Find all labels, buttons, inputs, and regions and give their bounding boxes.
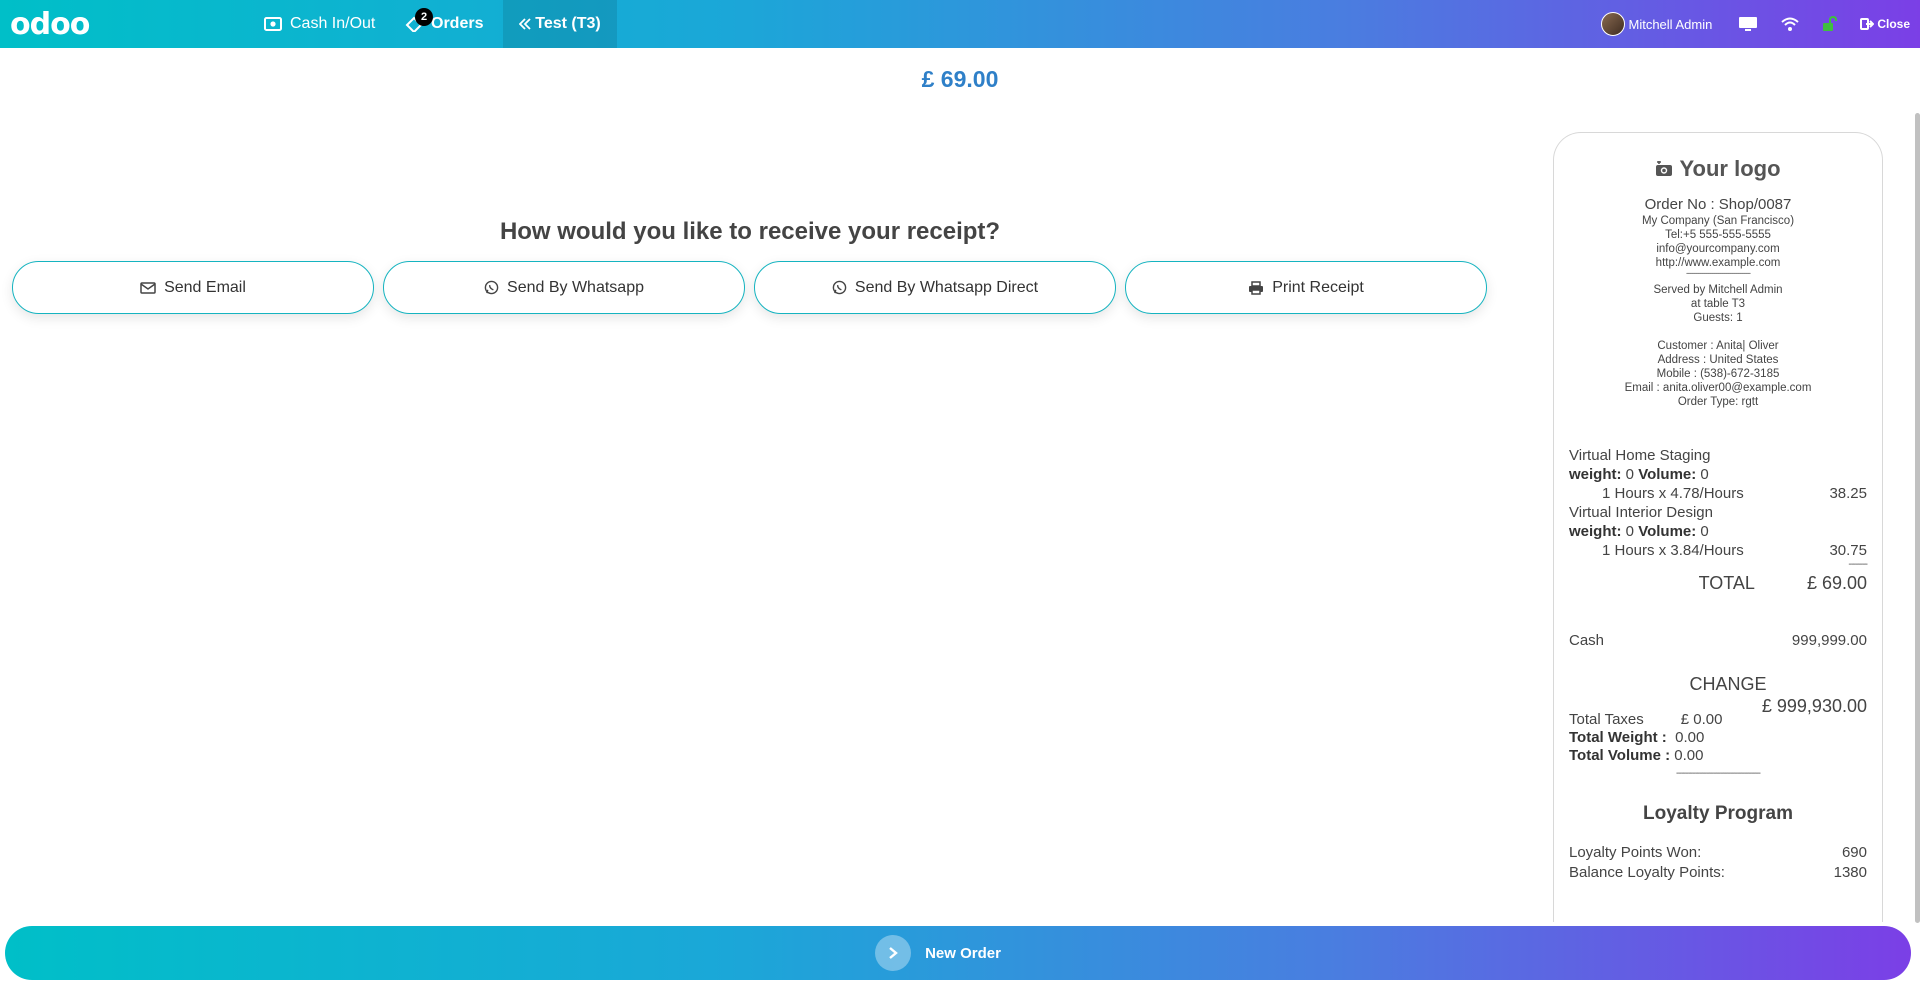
receipt-logo: Your logo xyxy=(1554,156,1882,182)
new-order-label: New Order xyxy=(925,944,1001,962)
company-phone: Tel:+5 555-555-5555 xyxy=(1665,229,1771,241)
camera-icon xyxy=(1656,161,1673,176)
new-order-button[interactable]: New Order xyxy=(5,926,1911,980)
scrollbar[interactable] xyxy=(1915,113,1920,923)
payment-amount: 999,999.00 xyxy=(1791,632,1867,649)
taxes-label: Total Taxes xyxy=(1569,711,1644,728)
odoo-logo: odoo xyxy=(10,6,90,42)
money-icon xyxy=(264,17,282,31)
whatsapp-icon xyxy=(484,280,499,295)
close-label: Close xyxy=(1877,17,1910,31)
orderline-meta: weight: 0 Volume: 0 xyxy=(1569,466,1709,483)
sign-out-icon xyxy=(1860,18,1875,30)
close-button[interactable]: Close xyxy=(1860,17,1910,31)
send-email-button[interactable]: Send Email xyxy=(12,261,374,314)
total-weight-row: Total Weight : 0.00 xyxy=(1569,729,1705,746)
send-whatsapp-button[interactable]: Send By Whatsapp xyxy=(383,261,745,314)
orders-count-badge: 2 xyxy=(415,8,433,26)
served-by: Served by Mitchell Admin xyxy=(1653,284,1783,296)
double-chevron-left-icon xyxy=(519,18,531,30)
company-name: My Company (San Francisco) xyxy=(1641,215,1795,227)
user-name[interactable]: Mitchell Admin xyxy=(1629,17,1713,32)
print-receipt-button[interactable]: Print Receipt xyxy=(1125,261,1487,314)
orderline-meta: weight: 0 Volume: 0 xyxy=(1569,523,1709,540)
header-separator: -------------------------------- xyxy=(1686,268,1751,278)
order-type: Order Type: rgtt xyxy=(1677,396,1759,408)
cash-in-out-label: Cash In/Out xyxy=(290,15,376,32)
customer-address: Address : United States xyxy=(1657,354,1779,366)
top-navbar: odoo Cash In/Out 2 Orders Test (T3) Mitc… xyxy=(0,0,1920,48)
total-row: TOTAL £ 69.00 xyxy=(1569,572,1867,594)
guests-count: Guests: 1 xyxy=(1693,312,1743,324)
loyalty-points-won-row: Loyalty Points Won: 690 xyxy=(1569,844,1867,861)
orderline-name: Virtual Interior Design xyxy=(1569,504,1713,521)
customer-mobile: Mobile : (538)-672-3185 xyxy=(1656,368,1780,380)
orderline-price: 38.25 xyxy=(1829,485,1867,502)
total-separator: -------- xyxy=(1848,559,1868,570)
cash-in-out-button[interactable]: Cash In/Out xyxy=(264,0,375,48)
wifi-icon[interactable] xyxy=(1780,16,1800,32)
order-number: Order No : Shop/0087 xyxy=(1644,196,1792,213)
loyalty-title: Loyalty Program xyxy=(1643,803,1793,824)
unlock-icon[interactable] xyxy=(1822,16,1838,32)
orders-button[interactable]: 2 Orders xyxy=(405,0,483,48)
orderline-quantity: 1 Hours x 4.78/Hours 38.25 xyxy=(1602,485,1867,502)
order-amount: £ 69.00 xyxy=(921,66,999,92)
chevron-right-icon xyxy=(875,935,912,971)
receipt-preview: Your logo Order No : Shop/0087 My Compan… xyxy=(1553,132,1883,922)
print-icon xyxy=(1249,280,1264,295)
table-back-button[interactable]: Test (T3) xyxy=(503,0,617,48)
total-volume-row: Total Volume : 0.00 xyxy=(1569,747,1704,764)
user-avatar[interactable] xyxy=(1600,12,1625,36)
send-whatsapp-direct-label: Send By Whatsapp Direct xyxy=(854,278,1039,296)
table-label: Test (T3) xyxy=(535,15,601,32)
orders-label: Orders xyxy=(431,15,484,32)
table-info: at table T3 xyxy=(1690,298,1746,310)
total-label: TOTAL xyxy=(1698,573,1755,593)
loyalty-balance-row: Balance Loyalty Points: 1380 xyxy=(1569,864,1867,881)
envelope-icon xyxy=(140,281,156,294)
company-email: info@yourcompany.com xyxy=(1656,243,1780,255)
change-label: CHANGE xyxy=(1689,674,1767,694)
payment-method: Cash xyxy=(1569,632,1605,649)
payment-row: Cash 999,999.00 xyxy=(1569,632,1867,650)
footer-separator: ------------------------------------ xyxy=(1676,768,1761,779)
monitor-icon[interactable] xyxy=(1738,16,1758,32)
orderline-price: 30.75 xyxy=(1829,542,1867,559)
total-value: £ 69.00 xyxy=(1806,573,1867,593)
orderline-quantity: 1 Hours x 3.84/Hours 30.75 xyxy=(1602,542,1867,559)
logo-text: Your logo xyxy=(1679,156,1781,181)
print-receipt-label: Print Receipt xyxy=(1272,278,1364,296)
send-email-label: Send Email xyxy=(164,278,246,296)
receipt-question: How would you like to receive your recei… xyxy=(499,218,1001,245)
customer-email: Email : anita.oliver00@example.com xyxy=(1624,382,1812,394)
customer-name: Customer : Anita| Oliver xyxy=(1657,340,1779,352)
whatsapp-icon xyxy=(832,280,847,295)
send-whatsapp-label: Send By Whatsapp xyxy=(507,278,644,296)
send-whatsapp-direct-button[interactable]: Send By Whatsapp Direct xyxy=(754,261,1116,314)
orderline-name: Virtual Home Staging xyxy=(1569,447,1711,464)
taxes-value: £ 0.00 xyxy=(1680,711,1723,728)
